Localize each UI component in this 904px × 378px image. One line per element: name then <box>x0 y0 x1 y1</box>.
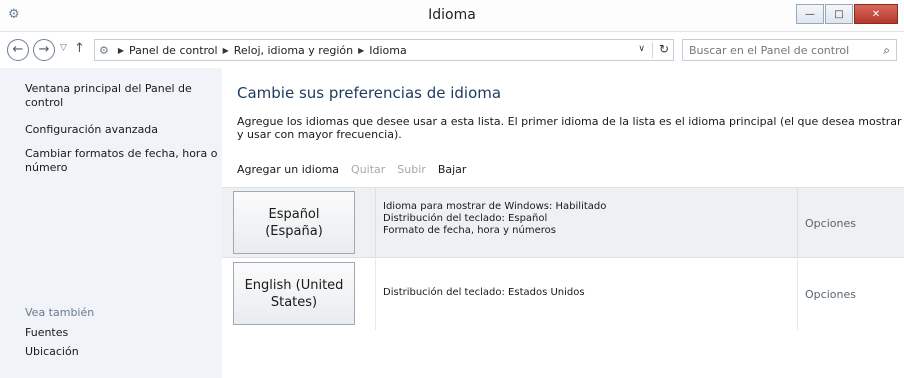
language-row-english[interactable]: English (United States) Distribución del… <box>222 259 904 330</box>
options-link-english[interactable]: Opciones <box>798 259 904 330</box>
language-detail-line: Distribución del teclado: Estados Unidos <box>383 287 585 298</box>
minimize-button[interactable]: — <box>796 4 824 24</box>
language-button-spanish[interactable]: Español (España) <box>233 191 355 254</box>
language-name-cell: Español (España) <box>222 188 375 257</box>
window-controls: — □ ✕ <box>796 4 898 24</box>
page-title: Cambie sus preferencias de idioma <box>237 84 502 102</box>
window-title: Idioma <box>428 7 476 23</box>
sidebar: Ventana principal del Panel de control C… <box>0 68 222 378</box>
maximize-button[interactable]: □ <box>825 4 853 24</box>
breadcrumb-separator-icon[interactable]: ▶ <box>223 46 229 55</box>
language-row-spanish[interactable]: Español (España) Idioma para mostrar de … <box>222 187 904 258</box>
move-down-button[interactable]: Bajar <box>438 163 467 176</box>
sidebar-link-fonts[interactable]: Fuentes <box>25 326 220 340</box>
sidebar-link-advanced-settings[interactable]: Configuración avanzada <box>25 123 220 137</box>
address-history-chevron-icon[interactable]: ∨ <box>638 44 645 54</box>
language-details: Idioma para mostrar de Windows: Habilita… <box>375 188 798 257</box>
search-placeholder: Buscar en el Panel de control <box>689 43 850 57</box>
add-language-button[interactable]: Agregar un idioma <box>237 163 339 176</box>
close-button[interactable]: ✕ <box>854 4 898 24</box>
move-up-button[interactable]: Subir <box>397 163 426 176</box>
language-name-cell: English (United States) <box>222 259 375 330</box>
search-input[interactable]: Buscar en el Panel de control ⌕ <box>682 39 897 61</box>
breadcrumb-separator-icon[interactable]: ▶ <box>358 46 364 55</box>
page-description: Agregue los idiomas que desee usar a est… <box>237 115 902 141</box>
forward-button[interactable]: → <box>33 39 55 61</box>
see-also-heading: Vea también <box>25 306 95 319</box>
breadcrumb-clock-language-region[interactable]: Reloj, idioma y región <box>234 44 353 57</box>
language-details: Distribución del teclado: Estados Unidos <box>375 259 798 330</box>
language-detail-line: Distribución del teclado: Español <box>383 213 548 224</box>
control-panel-small-icon: ⚙ <box>99 43 109 57</box>
navigation-bar: ← → ▽ ↑ ⚙ ▶ Panel de control ▶ Reloj, id… <box>0 36 904 64</box>
refresh-icon[interactable]: ↻ <box>659 42 669 56</box>
sidebar-link-control-panel-home[interactable]: Ventana principal del Panel de control <box>25 82 220 110</box>
language-detail-line: Idioma para mostrar de Windows: Habilita… <box>383 201 607 212</box>
remove-language-button[interactable]: Quitar <box>351 163 385 176</box>
up-button[interactable]: ↑ <box>74 41 85 56</box>
search-icon[interactable]: ⌕ <box>883 43 890 58</box>
breadcrumb-separator-icon[interactable]: ▶ <box>118 46 124 55</box>
language-button-english[interactable]: English (United States) <box>233 262 355 325</box>
breadcrumb-language[interactable]: Idioma <box>369 44 406 57</box>
language-detail-line: Formato de fecha, hora y números <box>383 225 556 236</box>
main-content: Cambie sus preferencias de idioma Agregu… <box>222 68 904 378</box>
title-bar: ⚙ Idioma — □ ✕ <box>0 0 904 32</box>
back-button[interactable]: ← <box>7 39 29 61</box>
language-toolbar: Agregar un idioma Quitar Subir Bajar <box>237 163 478 176</box>
address-divider <box>652 42 653 58</box>
sidebar-link-location[interactable]: Ubicación <box>25 345 220 359</box>
recent-locations-chevron-icon[interactable]: ▽ <box>60 43 67 53</box>
sidebar-link-change-date-formats[interactable]: Cambiar formatos de fecha, hora o número <box>25 147 220 175</box>
breadcrumb-control-panel[interactable]: Panel de control <box>129 44 218 57</box>
address-bar[interactable]: ⚙ ▶ Panel de control ▶ Reloj, idioma y r… <box>94 39 674 61</box>
options-link-spanish[interactable]: Opciones <box>798 188 904 257</box>
